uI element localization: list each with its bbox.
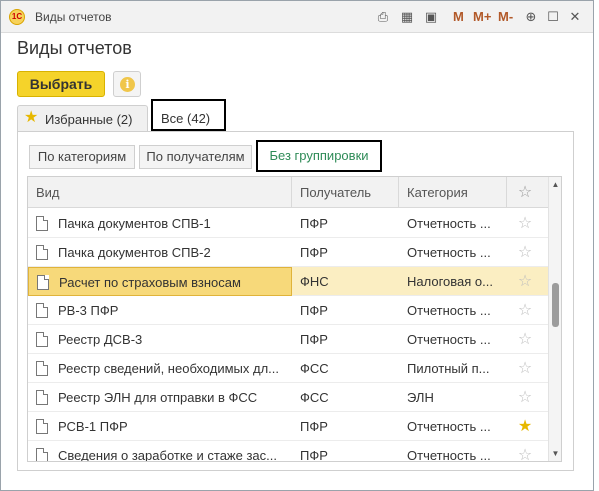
favorite-star-icon[interactable]: ☆	[510, 209, 540, 238]
table-icon[interactable]: ▦	[399, 9, 415, 25]
cell-category: Отчетность ...	[407, 419, 491, 434]
window-title: Виды отчетов	[35, 10, 112, 24]
cell-recipient: ФНС	[300, 274, 329, 289]
tab-all-label: Все (42)	[161, 111, 211, 126]
info-icon: i	[120, 77, 135, 92]
table-row[interactable]: Реестр сведений, необходимых дл... ФСС Пил…	[28, 354, 548, 383]
cell-category: Налоговая о...	[407, 274, 493, 289]
cell-name: Расчет по страховым взносам	[28, 267, 292, 296]
scroll-up-icon[interactable]: ▲	[551, 180, 560, 189]
cell-recipient: ПФР	[300, 303, 328, 318]
cell-name-text: Сведения о заработке и стаже зас...	[58, 448, 277, 462]
cell-name: Пачка документов СПВ-2	[28, 238, 292, 267]
cell-name: Сведения о заработке и стаже зас...	[28, 441, 292, 462]
report-types-window: 1C Виды отчетов ⎙ ▦ ▣ M M+ M- ⊕ ☐ ✕ Виды…	[0, 0, 594, 491]
cell-recipient: ФСС	[300, 390, 329, 405]
cell-name-text: РВ-3 ПФР	[58, 303, 119, 318]
favorite-star-icon[interactable]: ☆	[510, 267, 540, 296]
favorite-star-icon[interactable]: ☆	[510, 383, 540, 412]
cell-recipient: ПФР	[300, 448, 328, 462]
cell-name-text: Пачка документов СПВ-1	[58, 216, 211, 231]
tab-favorites[interactable]: ★ Избранные (2)	[17, 105, 148, 131]
cell-name-text: РСВ-1 ПФР	[58, 419, 128, 434]
favorite-star-icon[interactable]: ★	[510, 412, 540, 441]
cell-name-text: Реестр ДСВ-3	[58, 332, 143, 347]
column-header-recipient[interactable]: Получатель	[292, 177, 399, 208]
page-title: Виды отчетов	[17, 38, 132, 58]
zoom-icon[interactable]: ⊕	[523, 9, 539, 25]
table-row[interactable]: Сведения о заработке и стаже зас... ПФР От…	[28, 441, 548, 462]
cell-name: Пачка документов СПВ-1	[28, 209, 292, 238]
cell-category: Пилотный п...	[407, 361, 490, 376]
document-icon	[36, 419, 48, 434]
favorite-star-icon[interactable]: ☆	[510, 238, 540, 267]
print-icon[interactable]: ⎙	[375, 9, 391, 25]
cell-name-text: Реестр ЭЛН для отправки в ФСС	[58, 390, 258, 405]
group-by-recipient-button[interactable]: По получателям	[139, 145, 252, 169]
document-icon	[36, 361, 48, 376]
cell-name: РСВ-1 ПФР	[28, 412, 292, 441]
scroll-thumb[interactable]	[552, 283, 559, 327]
cell-category: Отчетность ...	[407, 245, 491, 260]
cell-category: Отчетность ...	[407, 332, 491, 347]
document-icon	[36, 448, 48, 461]
cell-category: Отчетность ...	[407, 303, 491, 318]
group-by-category-button[interactable]: По категориям	[29, 145, 135, 169]
cell-name: Реестр ДСВ-3	[28, 325, 292, 354]
cell-name-text: Реестр сведений, необходимых дл...	[58, 361, 279, 376]
cell-recipient: ПФР	[300, 419, 328, 434]
memory-minus-button[interactable]: M-	[498, 9, 513, 25]
cell-name: РВ-3 ПФР	[28, 296, 292, 325]
memory-plus-button[interactable]: M+	[473, 9, 491, 25]
document-icon	[36, 390, 48, 405]
cell-category: ЭЛН	[407, 390, 434, 405]
cell-recipient: ПФР	[300, 245, 328, 260]
title-bar: 1C Виды отчетов ⎙ ▦ ▣ M M+ M- ⊕ ☐ ✕	[1, 1, 593, 33]
cell-category: Отчетность ...	[407, 216, 491, 231]
table-row[interactable]: Реестр ДСВ-3 ПФР Отчетность ... ☆	[28, 325, 548, 354]
favorite-star-icon[interactable]: ☆	[510, 441, 540, 461]
choose-button[interactable]: Выбрать	[17, 71, 105, 97]
table-header: Вид Получатель Категория ☆	[28, 177, 548, 208]
table-row[interactable]: РВ-3 ПФР ПФР Отчетность ... ☆	[28, 296, 548, 325]
scroll-down-icon[interactable]: ▼	[551, 449, 560, 458]
vertical-scrollbar[interactable]: ▲ ▼	[548, 177, 561, 461]
cell-name: Реестр сведений, необходимых дл...	[28, 354, 292, 383]
table-row[interactable]: Расчет по страховым взносам ФНС Налоговая …	[28, 267, 548, 296]
table-row[interactable]: Пачка документов СПВ-1 ПФР Отчетность ... ☆	[28, 209, 548, 238]
cell-name: Реестр ЭЛН для отправки в ФСС	[28, 383, 292, 412]
maximize-icon[interactable]: ☐	[545, 9, 561, 25]
table-row[interactable]: Реестр ЭЛН для отправки в ФСС ФСС ЭЛН ☆	[28, 383, 548, 412]
cell-name-text: Расчет по страховым взносам	[59, 275, 241, 290]
info-button[interactable]: i	[113, 71, 141, 97]
star-icon: ★	[24, 109, 39, 126]
report-types-table: Вид Получатель Категория ☆ Пачка докумен…	[27, 176, 562, 462]
memory-m-button[interactable]: M	[453, 9, 464, 25]
document-icon	[36, 332, 48, 347]
favorite-column-star-icon[interactable]: ☆	[510, 177, 540, 208]
table-row[interactable]: РСВ-1 ПФР ПФР Отчетность ... ★	[28, 412, 548, 441]
table-row[interactable]: Пачка документов СПВ-2 ПФР Отчетность ... ☆	[28, 238, 548, 267]
cell-recipient: ПФР	[300, 216, 328, 231]
document-icon	[37, 275, 49, 290]
document-icon	[36, 303, 48, 318]
close-icon[interactable]: ✕	[567, 9, 583, 25]
app-logo-icon: 1C	[9, 9, 25, 25]
calendar-icon[interactable]: ▣	[423, 9, 439, 25]
favorite-star-icon[interactable]: ☆	[510, 354, 540, 383]
document-icon	[36, 216, 48, 231]
favorite-star-icon[interactable]: ☆	[510, 325, 540, 354]
tab-favorites-label: Избранные (2)	[45, 112, 133, 127]
tab-all[interactable]: Все (42)	[151, 99, 226, 131]
cell-name-text: Пачка документов СПВ-2	[58, 245, 211, 260]
cell-recipient: ФСС	[300, 361, 329, 376]
column-header-name[interactable]: Вид	[28, 177, 292, 208]
cell-recipient: ПФР	[300, 332, 328, 347]
cell-category: Отчетность ...	[407, 448, 491, 462]
document-icon	[36, 245, 48, 260]
favorite-star-icon[interactable]: ☆	[510, 296, 540, 325]
column-header-category[interactable]: Категория	[399, 177, 507, 208]
no-grouping-button[interactable]: Без группировки	[256, 140, 382, 172]
